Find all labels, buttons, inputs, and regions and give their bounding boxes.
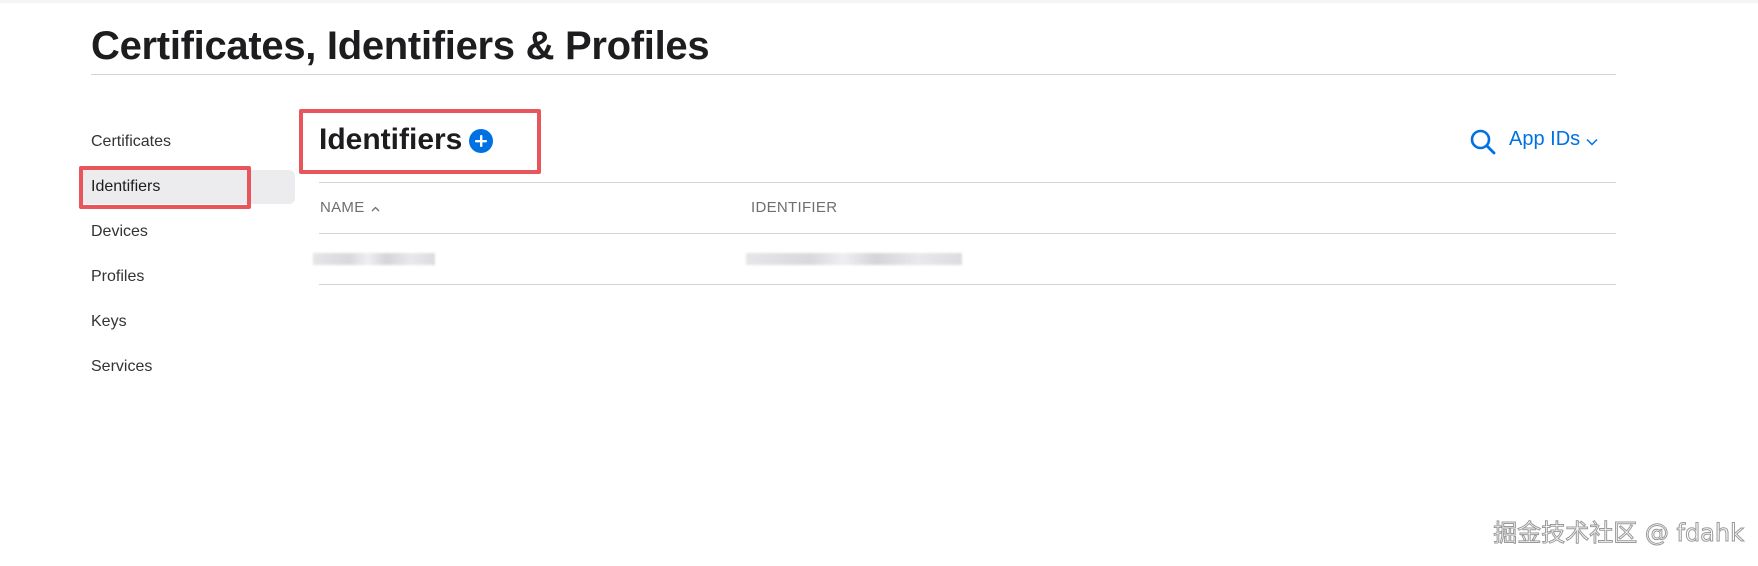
sidebar-item-devices[interactable]: Devices: [79, 215, 295, 249]
identifiers-table: NAME IDENTIFIER redacted redacted: [313, 182, 1616, 285]
sidebar-item-label: Keys: [91, 313, 127, 330]
sidebar-item-keys[interactable]: Keys: [79, 305, 295, 339]
table-row[interactable]: redacted redacted: [313, 234, 1616, 284]
sidebar-item-label: Devices: [91, 223, 148, 240]
search-icon: [1470, 129, 1496, 155]
column-header-label: NAME: [320, 199, 365, 216]
column-header-identifier: IDENTIFIER: [751, 183, 837, 233]
sidebar-item-identifiers[interactable]: Identifiers: [79, 170, 295, 204]
sidebar-item-label: Profiles: [91, 268, 145, 285]
watermark: 掘金技术社区 @ fdahk: [1493, 519, 1745, 548]
add-identifier-button[interactable]: [469, 129, 493, 153]
identifier-type-select[interactable]: App IDs: [1509, 124, 1598, 154]
sidebar-item-label: Services: [91, 358, 153, 375]
chevron-up-icon: [371, 183, 380, 233]
redacted-name: redacted: [313, 253, 435, 266]
sidebar: Certificates Identifiers Devices Profile…: [79, 125, 295, 395]
sidebar-item-services[interactable]: Services: [79, 350, 295, 384]
section-title: Identifiers: [319, 123, 463, 156]
column-header-label: IDENTIFIER: [751, 199, 838, 216]
sidebar-item-profiles[interactable]: Profiles: [79, 260, 295, 294]
plus-circle-icon: [475, 135, 487, 147]
sidebar-item-label: Identifiers: [91, 178, 161, 195]
cell-identifier: redacted: [746, 234, 962, 284]
identifier-type-value: App IDs: [1509, 128, 1581, 150]
sidebar-item-label: Certificates: [91, 133, 172, 150]
sidebar-item-certificates[interactable]: Certificates: [79, 125, 295, 159]
title-divider: [91, 74, 1616, 75]
column-header-name[interactable]: NAME: [320, 183, 380, 233]
chevron-down-icon: [1586, 125, 1598, 155]
table-divider: [319, 284, 1616, 285]
page-title: Certificates, Identifiers & Profiles: [91, 24, 710, 68]
table-header: NAME IDENTIFIER: [319, 183, 1616, 233]
redacted-identifier: redacted: [746, 253, 962, 266]
cell-name: redacted: [313, 234, 435, 284]
top-strip: [0, 0, 1758, 3]
search-button[interactable]: [1468, 127, 1498, 157]
